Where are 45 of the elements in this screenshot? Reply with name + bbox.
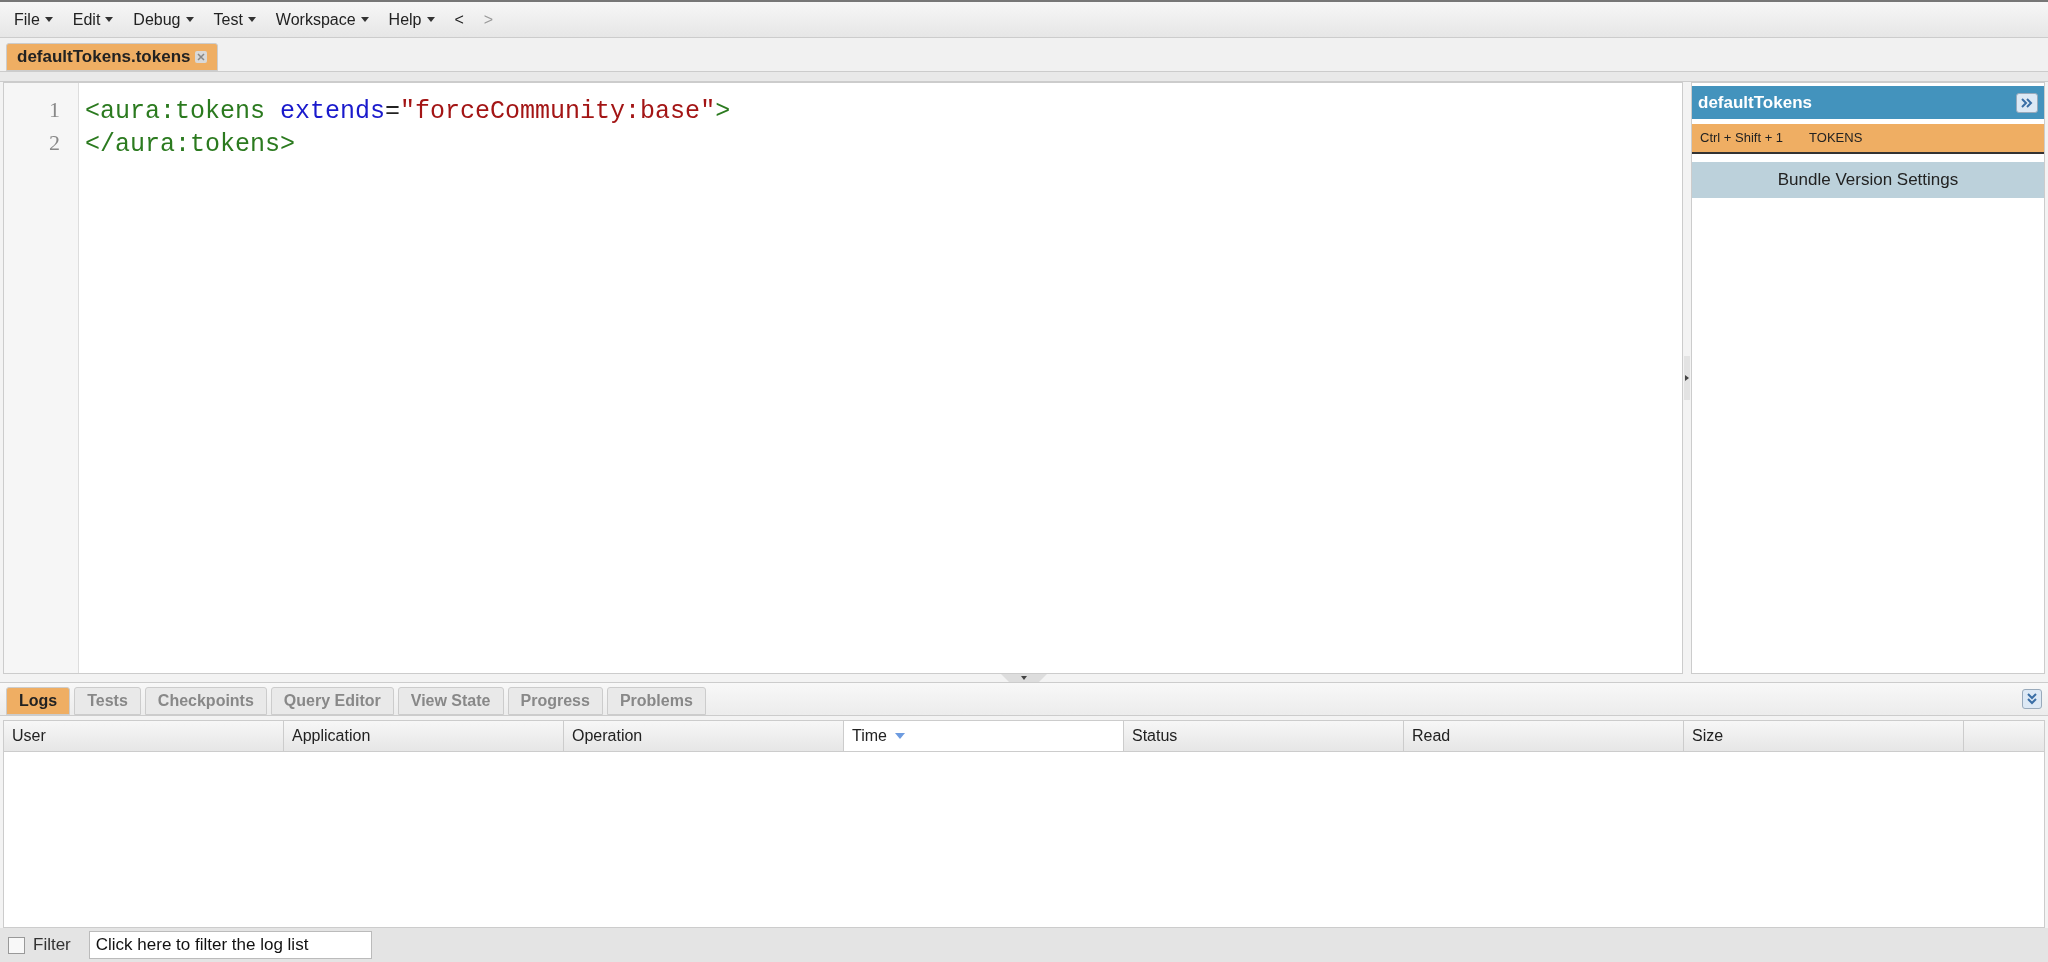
filter-label: Filter bbox=[33, 934, 71, 957]
sort-arrow-icon bbox=[894, 733, 905, 739]
splitter-handle-icon[interactable] bbox=[1001, 674, 1047, 682]
code-token: "forceCommunity:base" bbox=[400, 96, 716, 126]
menu-item[interactable]: File bbox=[6, 5, 61, 34]
menu-item[interactable]: Workspace bbox=[267, 5, 377, 34]
column-header[interactable]: Read bbox=[1404, 721, 1684, 751]
code-token: = bbox=[385, 96, 401, 126]
filter-input-field[interactable]: Click here to filter the log list bbox=[88, 931, 372, 959]
bundle-version-settings-button[interactable]: Bundle Version Settings bbox=[1692, 162, 2044, 198]
code-token: </aura:tokens> bbox=[85, 129, 296, 159]
column-header[interactable]: User bbox=[4, 721, 284, 751]
line-number: 2 bbox=[48, 129, 61, 157]
menu-item[interactable]: Edit bbox=[64, 5, 122, 34]
column-header[interactable]: Time bbox=[844, 721, 1124, 751]
caret-icon bbox=[1685, 375, 1689, 381]
shortcut-text: Ctrl + Shift + 1 bbox=[1700, 129, 1784, 148]
double-chevron-icon bbox=[2021, 97, 2033, 108]
collapse-button[interactable] bbox=[2016, 92, 2038, 113]
menu-item[interactable]: Debug bbox=[125, 5, 202, 34]
file-tab[interactable]: defaultTokens.tokens bbox=[6, 43, 218, 71]
section-label: TOKENS bbox=[1809, 129, 1863, 148]
column-header[interactable]: Status bbox=[1124, 721, 1404, 751]
collapse-button[interactable] bbox=[2022, 689, 2042, 709]
menu-item[interactable]: Test bbox=[205, 5, 264, 34]
panel-title: defaultTokens bbox=[1698, 91, 1812, 114]
panel-collapse-handle[interactable] bbox=[1684, 356, 1690, 400]
menu-item[interactable]: Help bbox=[380, 5, 443, 34]
column-header[interactable]: Size bbox=[1684, 721, 1964, 751]
caret-icon bbox=[426, 17, 435, 22]
panel-tab[interactable]: Logs bbox=[6, 687, 71, 715]
code-token: <aura:tokens bbox=[85, 96, 266, 126]
filter-checkbox[interactable] bbox=[8, 936, 25, 954]
line-number: 1 bbox=[48, 96, 61, 124]
menu-item[interactable]: < bbox=[446, 5, 472, 34]
caret-icon bbox=[185, 17, 194, 22]
caret-icon bbox=[360, 17, 369, 22]
code-token: extends bbox=[279, 96, 386, 126]
column-header[interactable]: Application bbox=[284, 721, 564, 751]
code-token: > bbox=[715, 96, 731, 126]
caret-icon bbox=[247, 17, 256, 22]
close-icon[interactable] bbox=[194, 51, 207, 63]
caret-icon bbox=[105, 17, 114, 22]
caret-icon bbox=[44, 17, 53, 22]
double-chevron-icon bbox=[2027, 693, 2037, 705]
